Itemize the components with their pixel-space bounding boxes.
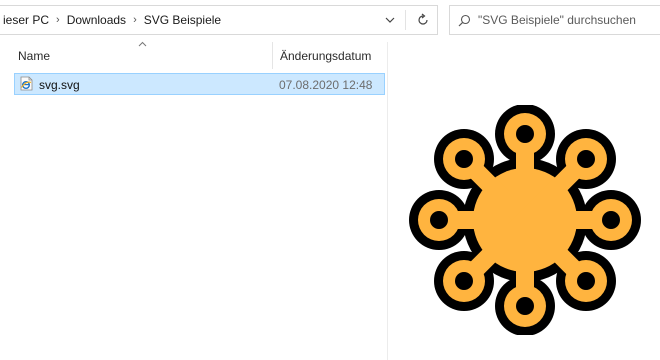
- svg-file-icon: [19, 76, 34, 96]
- column-name-header[interactable]: Name: [18, 49, 50, 63]
- sort-ascending-icon: [138, 39, 147, 50]
- search-icon: [450, 14, 478, 27]
- column-divider[interactable]: [272, 42, 273, 69]
- refresh-button[interactable]: [409, 6, 437, 34]
- search-placeholder: "SVG Beispiele" durchsuchen: [478, 13, 636, 27]
- file-modified-date: 07.08.2020 12:48: [279, 78, 373, 92]
- svg-preview-image: [409, 105, 641, 335]
- file-name: svg.svg: [39, 78, 80, 92]
- breadcrumb-item-svg-beispiele[interactable]: SVG Beispiele: [138, 13, 227, 27]
- breadcrumb-item-downloads[interactable]: Downloads: [61, 13, 132, 27]
- breadcrumb-item-this-pc[interactable]: ieser PC: [0, 13, 55, 27]
- column-header: Name Änderungsdatum: [0, 39, 388, 69]
- refresh-icon: [418, 13, 428, 25]
- chevron-down-icon: [385, 17, 395, 23]
- address-divider: [405, 10, 406, 30]
- address-bar[interactable]: ieser PC › Downloads › SVG Beispiele: [0, 5, 438, 35]
- column-date-header[interactable]: Änderungsdatum: [280, 49, 371, 63]
- address-history-dropdown[interactable]: [379, 6, 401, 34]
- search-box[interactable]: "SVG Beispiele" durchsuchen: [449, 5, 660, 35]
- preview-pane-divider[interactable]: [387, 42, 388, 360]
- list-item[interactable]: svg.svg 07.08.2020 12:48: [14, 73, 385, 95]
